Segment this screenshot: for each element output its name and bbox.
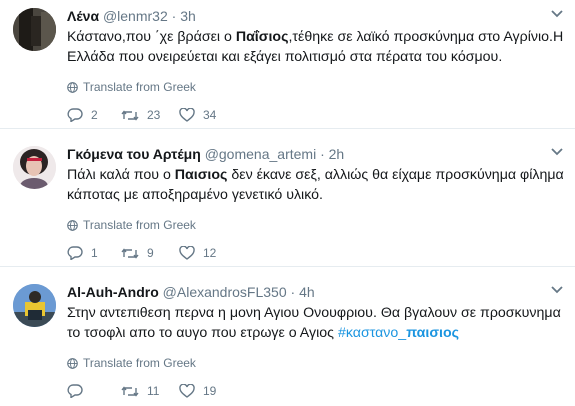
display-name[interactable]: Al-Auh-Andro bbox=[67, 284, 159, 300]
avatar-image bbox=[13, 8, 56, 51]
hashtag-bold-part: παισιος bbox=[406, 325, 460, 341]
reply-icon bbox=[67, 384, 83, 398]
translate-link[interactable]: Translate from Greek bbox=[67, 80, 196, 94]
tweet-actions: 1 9 12 bbox=[67, 246, 223, 260]
reply-icon bbox=[67, 108, 83, 122]
retweet-icon bbox=[121, 385, 139, 397]
tweet-text-bold: Παισιος bbox=[174, 167, 228, 183]
retweet-button[interactable]: 9 bbox=[121, 246, 179, 260]
tweet-text: Κάστανο,που ΄χε βράσει ο Παΐσιος,τέθηκε … bbox=[67, 27, 567, 67]
retweet-count: 11 bbox=[147, 384, 160, 398]
avatar[interactable] bbox=[13, 284, 56, 327]
avatar-image bbox=[13, 146, 56, 189]
avatar[interactable] bbox=[13, 146, 56, 189]
chevron-down-icon[interactable] bbox=[551, 10, 563, 18]
tweet-text-bold: Παΐσιος bbox=[235, 29, 289, 45]
like-button[interactable]: 12 bbox=[179, 246, 223, 260]
tweet-1[interactable]: Λένα @lenmr32 · 3h Κάστανο,που ΄χε βράσε… bbox=[0, 0, 575, 129]
like-count: 34 bbox=[203, 108, 217, 122]
retweet-icon bbox=[121, 247, 139, 259]
tweet-text-part: Κάστανο,που ΄χε βράσει ο bbox=[67, 29, 236, 45]
tweet-header: Λένα @lenmr32 · 3h bbox=[67, 8, 196, 24]
tweet-actions: 2 23 34 bbox=[67, 108, 223, 122]
like-count: 19 bbox=[203, 384, 217, 398]
hashtag-part: #καστανο_ bbox=[337, 325, 407, 341]
translate-label: Translate from Greek bbox=[83, 218, 196, 232]
like-count: 12 bbox=[203, 246, 217, 260]
globe-icon bbox=[67, 219, 78, 231]
tweet-text-part: Πάλι καλά που ο bbox=[67, 167, 175, 183]
separator-dot: · bbox=[171, 8, 177, 24]
retweet-count: 9 bbox=[147, 246, 154, 260]
translate-link[interactable]: Translate from Greek bbox=[67, 218, 196, 232]
like-button[interactable]: 19 bbox=[179, 384, 223, 398]
separator-dot: · bbox=[290, 284, 296, 300]
user-handle[interactable]: @AlexandrosFL350 bbox=[163, 284, 287, 300]
tweet-header: Al-Auh-Andro @AlexandrosFL350 · 4h bbox=[67, 284, 315, 300]
reply-button[interactable]: 2 bbox=[67, 108, 121, 122]
retweet-button[interactable]: 11 bbox=[121, 384, 179, 398]
reply-button[interactable]: 1 bbox=[67, 246, 121, 260]
reply-icon bbox=[67, 246, 83, 260]
like-button[interactable]: 34 bbox=[179, 108, 223, 122]
globe-icon bbox=[67, 357, 78, 369]
user-handle[interactable]: @gomena_artemi bbox=[205, 146, 317, 162]
tweet-time[interactable]: 4h bbox=[299, 284, 315, 300]
retweet-icon bbox=[121, 109, 139, 121]
tweet-header: Γκόμενα του Αρτέμη @gomena_artemi · 2h bbox=[67, 146, 344, 162]
reply-count: 1 bbox=[91, 246, 98, 260]
reply-button[interactable] bbox=[67, 384, 121, 398]
tweet-time[interactable]: 2h bbox=[329, 146, 345, 162]
tweet-text: Πάλι καλά που ο Παισιος δεν έκανε σεξ, α… bbox=[67, 165, 567, 205]
hashtag-link[interactable]: #καστανο_παισιος bbox=[338, 325, 459, 341]
reply-count: 2 bbox=[91, 108, 98, 122]
translate-label: Translate from Greek bbox=[83, 80, 196, 94]
chevron-down-icon[interactable] bbox=[551, 148, 563, 156]
like-icon bbox=[179, 384, 195, 398]
like-icon bbox=[179, 108, 195, 122]
retweet-button[interactable]: 23 bbox=[121, 108, 179, 122]
tweet-3[interactable]: Al-Auh-Andro @AlexandrosFL350 · 4h Στην … bbox=[0, 276, 575, 406]
chevron-down-icon[interactable] bbox=[551, 286, 563, 294]
tweet-text-part: Στην αντεπιθεση περνα η μονη Αγιου Ονουφ… bbox=[67, 305, 561, 341]
tweet-actions: 11 19 bbox=[67, 384, 223, 398]
globe-icon bbox=[67, 81, 78, 93]
tweet-text: Στην αντεπιθεση περνα η μονη Αγιου Ονουφ… bbox=[67, 303, 567, 343]
translate-link[interactable]: Translate from Greek bbox=[67, 356, 196, 370]
tweet-2[interactable]: Γκόμενα του Αρτέμη @gomena_artemi · 2h Π… bbox=[0, 138, 575, 267]
display-name[interactable]: Γκόμενα του Αρτέμη bbox=[67, 146, 201, 162]
tweet-time[interactable]: 3h bbox=[180, 8, 196, 24]
like-icon bbox=[179, 246, 195, 260]
separator-dot: · bbox=[320, 146, 325, 162]
avatar[interactable] bbox=[13, 8, 56, 51]
avatar-image bbox=[13, 284, 56, 327]
translate-label: Translate from Greek bbox=[83, 356, 196, 370]
display-name[interactable]: Λένα bbox=[67, 8, 99, 24]
retweet-count: 23 bbox=[147, 108, 161, 122]
user-handle[interactable]: @lenmr32 bbox=[103, 8, 168, 24]
